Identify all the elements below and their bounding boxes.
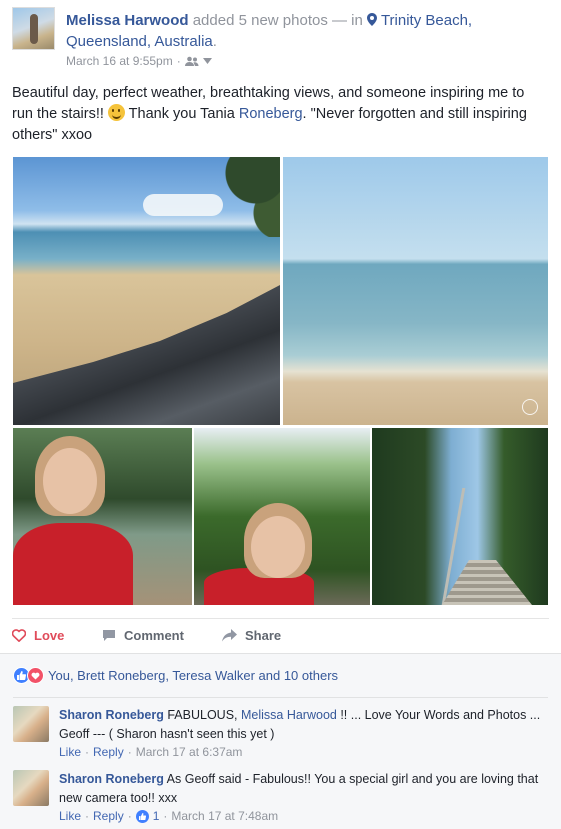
- comment-reaction-count[interactable]: 1: [153, 809, 160, 823]
- comment-timestamp[interactable]: March 17 at 6:37am: [136, 745, 243, 759]
- tree-foliage: [200, 157, 280, 237]
- person-figure: [194, 428, 370, 605]
- comments-divider: [13, 697, 548, 698]
- photo-stairway-view[interactable]: [372, 428, 548, 605]
- comment-reply-link[interactable]: Reply: [93, 745, 124, 759]
- location-suffix: .: [212, 33, 217, 50]
- comment-item: Sharon Roneberg FABULOUS, Melissa Harwoo…: [13, 706, 549, 766]
- person-figure: [13, 428, 192, 605]
- comment-like-link[interactable]: Like: [59, 809, 81, 823]
- post-caption: Beautiful day, perfect weather, breathta…: [12, 83, 542, 146]
- comment-footer: Like · Reply · 1 · March 17 at 7:48am: [59, 809, 278, 823]
- love-reaction-icon: [27, 667, 44, 684]
- footer-dot: ·: [163, 809, 168, 823]
- footer-dot: ·: [85, 745, 90, 759]
- facebook-post: Melissa Harwood added 5 new photos — in …: [0, 0, 561, 829]
- comments-section: Sharon Roneberg FABULOUS, Melissa Harwoo…: [0, 697, 561, 829]
- commenter-name-link[interactable]: Sharon Roneberg: [59, 708, 164, 722]
- comment-body: Sharon Roneberg As Geoff said - Fabulous…: [59, 770, 549, 808]
- chevron-down-icon[interactable]: [202, 58, 212, 64]
- post-action-bar: Love Comment Share: [12, 618, 549, 652]
- photo-selfie-garden[interactable]: [194, 428, 370, 605]
- comment-timestamp[interactable]: March 17 at 7:48am: [171, 809, 278, 823]
- comment-mention-link[interactable]: Melissa Harwood: [241, 708, 337, 722]
- comment-item: Sharon Roneberg As Geoff said - Fabulous…: [13, 770, 549, 829]
- commenter-avatar[interactable]: [13, 706, 49, 742]
- photo-selfie-stairs[interactable]: [13, 428, 192, 605]
- comment-footer: Like · Reply · March 17 at 6:37am: [59, 745, 242, 759]
- caption-text-2: Thank you Tania: [124, 106, 239, 122]
- photo-beach-rocks[interactable]: [13, 157, 280, 425]
- footer-dot: ·: [127, 745, 132, 759]
- share-arrow-icon: [222, 629, 237, 642]
- commenter-avatar[interactable]: [13, 770, 49, 806]
- stairs-shape: [442, 560, 532, 605]
- share-button[interactable]: Share: [222, 628, 281, 643]
- footer-dot: ·: [127, 809, 132, 823]
- reaction-names-link[interactable]: You, Brett Roneberg, Teresa Walker and 1…: [48, 668, 338, 683]
- post-header: Melissa Harwood added 5 new photos — in …: [12, 7, 551, 68]
- reaction-summary-bar: You, Brett Roneberg, Teresa Walker and 1…: [0, 653, 561, 697]
- photo-shoreline[interactable]: [283, 157, 548, 425]
- 360-view-icon: [522, 399, 538, 415]
- mention-link[interactable]: Roneberg: [239, 106, 303, 122]
- heart-outline-icon: [12, 629, 26, 642]
- comment-like-link[interactable]: Like: [59, 745, 81, 759]
- commenter-name-link[interactable]: Sharon Roneberg: [59, 772, 164, 786]
- author-name-link[interactable]: Melissa Harwood: [66, 12, 189, 29]
- rock-shape: [13, 285, 280, 425]
- post-action-text: added 5 new photos: [192, 12, 328, 29]
- comment-label: Comment: [124, 628, 184, 643]
- love-label: Love: [34, 628, 65, 643]
- share-label: Share: [245, 628, 282, 643]
- footer-dot: ·: [85, 809, 90, 823]
- location-pin-icon: [367, 13, 378, 26]
- comment-button[interactable]: Comment: [102, 628, 184, 643]
- post-header-text: Melissa Harwood added 5 new photos — in …: [66, 10, 536, 52]
- post-meta: March 16 at 9:55pm ·: [66, 54, 212, 68]
- comment-bubble-icon: [103, 630, 115, 641]
- post-timestamp[interactable]: March 16 at 9:55pm: [66, 54, 173, 68]
- smiley-emoji-icon: [107, 104, 125, 121]
- location-separator: — in: [332, 12, 363, 29]
- meta-dot: ·: [176, 54, 181, 68]
- love-button[interactable]: Love: [12, 628, 64, 643]
- comment-text-before: FABULOUS,: [163, 708, 241, 722]
- reaction-summary[interactable]: You, Brett Roneberg, Teresa Walker and 1…: [13, 667, 338, 684]
- like-reaction-icon[interactable]: [135, 809, 149, 823]
- author-avatar[interactable]: [12, 7, 55, 50]
- comment-reply-link[interactable]: Reply: [93, 809, 124, 823]
- friends-audience-icon[interactable]: [184, 56, 199, 67]
- comment-body: Sharon Roneberg FABULOUS, Melissa Harwoo…: [59, 706, 549, 744]
